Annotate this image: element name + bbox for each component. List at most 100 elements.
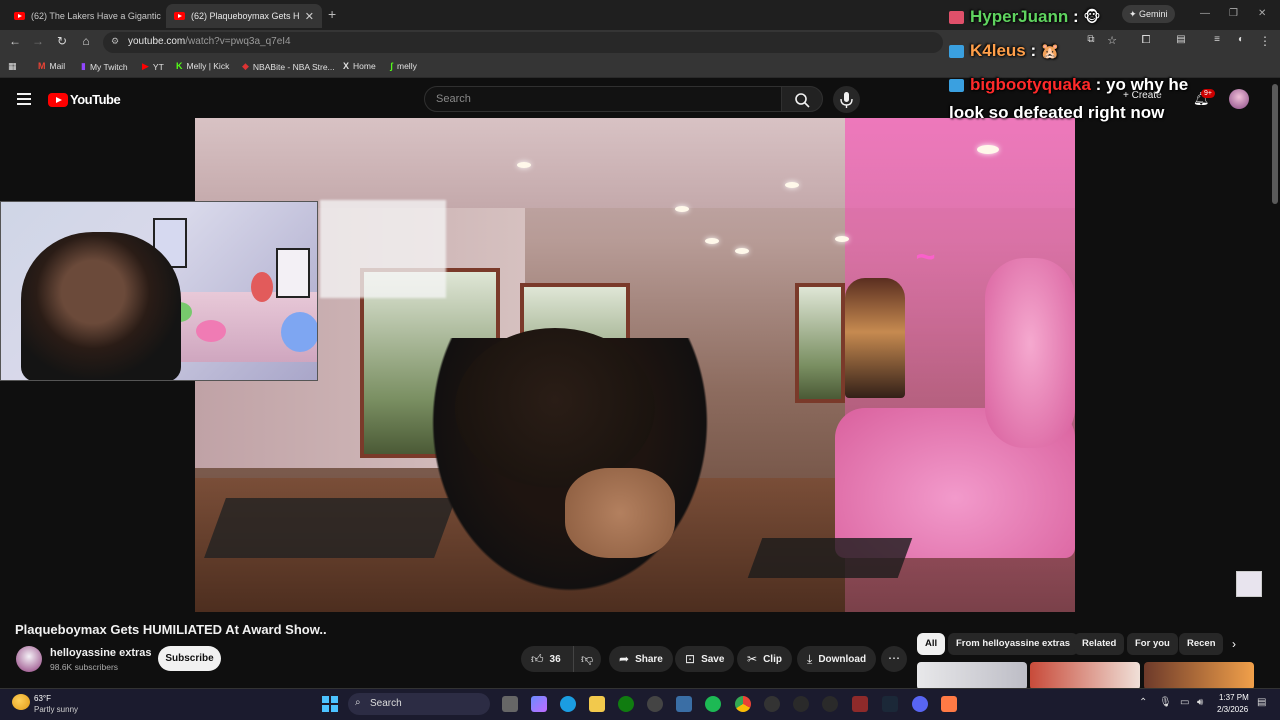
- more-actions-icon[interactable]: ⋯: [881, 646, 907, 672]
- clock-date[interactable]: 2/3/2026: [1217, 705, 1248, 714]
- notification-center-icon[interactable]: ▤: [1257, 697, 1266, 708]
- steam-icon[interactable]: [882, 696, 898, 712]
- app-icon[interactable]: [647, 696, 663, 712]
- install-app-icon[interactable]: ⧉: [1082, 34, 1100, 45]
- home-icon[interactable]: ⌂: [77, 34, 95, 48]
- show-hidden-icons-chevron[interactable]: ⌃: [1139, 697, 1147, 708]
- site-info-icon[interactable]: ⚙: [111, 36, 119, 47]
- chat-message: HyperJuann : 🐵: [949, 7, 1101, 27]
- search-button[interactable]: [781, 86, 823, 112]
- bookmark-home[interactable]: X Home: [343, 61, 376, 71]
- youtube-logo[interactable]: YouTube: [48, 92, 121, 107]
- channel-name[interactable]: helloyassine extras: [50, 647, 152, 659]
- chip-all[interactable]: All: [917, 633, 946, 655]
- chip-from-channel[interactable]: From helloyassine extras: [948, 633, 1079, 655]
- page-scrollbar[interactable]: [1272, 84, 1278, 204]
- thumbs-up-icon: 👍︎: [531, 651, 544, 666]
- channel-watermark-icon[interactable]: [1236, 571, 1262, 597]
- back-icon[interactable]: ←: [6, 34, 24, 48]
- bookmark-my-twitch[interactable]: ▮ My Twitch: [81, 61, 128, 72]
- restore-icon[interactable]: ❐: [1229, 8, 1238, 19]
- dislike-button[interactable]: 👎︎: [573, 646, 601, 672]
- video-player[interactable]: ~: [195, 118, 1075, 612]
- download-button[interactable]: ⤓ Download: [797, 646, 877, 672]
- network-icon[interactable]: ▭: [1180, 697, 1189, 708]
- close-tab-icon[interactable]: ✕: [161, 10, 164, 23]
- task-view-icon[interactable]: [502, 696, 518, 712]
- bookmark-melly[interactable]: ʃ melly: [390, 61, 417, 71]
- app-icon[interactable]: [941, 696, 957, 712]
- sidepanel-icon[interactable]: ▤: [1172, 34, 1190, 45]
- search-input[interactable]: Search: [424, 86, 782, 112]
- profile-extension-icon[interactable]: ◐: [1232, 34, 1250, 45]
- app-icon[interactable]: [852, 696, 868, 712]
- browser-tab-lakers[interactable]: (62) The Lakers Have a Gigantic ✕: [6, 4, 164, 28]
- share-button[interactable]: ➦ Share: [609, 646, 673, 672]
- apps-grid-icon[interactable]: ▦: [8, 61, 21, 72]
- app-icon[interactable]: [764, 696, 780, 712]
- xbox-icon[interactable]: [618, 696, 634, 712]
- youtube-play-icon: [48, 92, 68, 107]
- close-tab-icon[interactable]: ✕: [299, 10, 314, 23]
- close-window-icon[interactable]: ✕: [1258, 8, 1266, 19]
- file-explorer-icon[interactable]: [589, 696, 605, 712]
- bookmark-melly-kick[interactable]: K Melly | Kick: [176, 61, 229, 71]
- bookmark-star-icon[interactable]: ☆: [1103, 34, 1121, 47]
- discord-icon[interactable]: [912, 696, 928, 712]
- chat-badge-icon: [949, 79, 964, 93]
- app-icon[interactable]: [822, 696, 838, 712]
- subscribe-button[interactable]: Subscribe: [158, 646, 221, 671]
- clock-time[interactable]: 1:37 PM: [1219, 693, 1249, 702]
- youtube-icon: ▶: [142, 61, 149, 71]
- kick-icon: ʃ: [390, 61, 393, 71]
- new-tab-icon[interactable]: +: [328, 6, 336, 22]
- recommended-thumbnail[interactable]: [1144, 662, 1254, 690]
- chip-related[interactable]: Related: [1074, 633, 1125, 655]
- copilot-icon[interactable]: [531, 696, 547, 712]
- chat-message-continued: look so defeated right now: [949, 103, 1165, 122]
- gemini-button[interactable]: ✦ Gemini: [1122, 5, 1175, 23]
- notification-count-badge: 9+: [1201, 89, 1215, 98]
- microphone-tray-icon[interactable]: 🎙︎: [1159, 697, 1172, 708]
- bookmark-yt[interactable]: ▶ YT: [142, 61, 164, 72]
- taskbar-search-input[interactable]: Search: [348, 693, 490, 715]
- media-player-icon[interactable]: [793, 696, 809, 712]
- forward-icon[interactable]: →: [29, 34, 47, 48]
- edge-icon[interactable]: [560, 696, 576, 712]
- volume-icon[interactable]: 🔊︎: [1197, 697, 1203, 708]
- spotify-icon[interactable]: [705, 696, 721, 712]
- recommended-thumbnail[interactable]: [917, 662, 1027, 690]
- x-icon: X: [343, 61, 350, 71]
- channel-avatar[interactable]: [16, 646, 42, 672]
- tab-label: (62) Plaqueboymax Gets HUMILIATED: [191, 11, 299, 21]
- emote-icon: 🐵: [1083, 9, 1101, 26]
- weather-temperature[interactable]: 63°F: [34, 694, 51, 703]
- browser-menu-icon[interactable]: ⋮: [1256, 34, 1274, 48]
- save-button[interactable]: ⊡ Save: [675, 646, 735, 672]
- video-title: Plaqueboymax Gets HUMILIATED At Award Sh…: [15, 622, 327, 637]
- twitch-icon: ▮: [81, 61, 86, 71]
- reload-icon[interactable]: ↻: [53, 34, 71, 48]
- weather-sun-icon[interactable]: [12, 694, 30, 710]
- hamburger-menu-icon[interactable]: [17, 93, 31, 105]
- browser-tab-plaqueboymax[interactable]: (62) Plaqueboymax Gets HUMILIATED ✕: [166, 4, 322, 28]
- media-control-icon[interactable]: ≡: [1208, 34, 1226, 45]
- windows-taskbar: [0, 688, 1280, 720]
- chevron-right-icon[interactable]: ›: [1232, 637, 1236, 651]
- user-avatar[interactable]: [1229, 89, 1249, 109]
- bookmark-mail[interactable]: M Mail: [38, 61, 65, 71]
- extensions-icon[interactable]: ⧠: [1137, 34, 1155, 47]
- recommended-thumbnail[interactable]: [1030, 662, 1140, 690]
- chrome-icon[interactable]: [735, 696, 751, 712]
- bookmark-nbabite[interactable]: ◆ NBABite - NBA Stre...: [242, 61, 335, 72]
- windows-start-icon[interactable]: [322, 696, 338, 712]
- clip-button[interactable]: ✂ Clip: [737, 646, 792, 672]
- voice-search-button[interactable]: [833, 86, 860, 113]
- chip-recent[interactable]: Recen: [1179, 633, 1223, 655]
- like-button[interactable]: 👍︎ 36: [521, 646, 573, 672]
- scissors-icon: ✂: [747, 652, 758, 666]
- chip-for-you[interactable]: For you: [1127, 633, 1178, 655]
- store-icon[interactable]: [676, 696, 692, 712]
- weather-description[interactable]: Partly sunny: [34, 705, 78, 714]
- minimize-icon[interactable]: —: [1200, 8, 1210, 19]
